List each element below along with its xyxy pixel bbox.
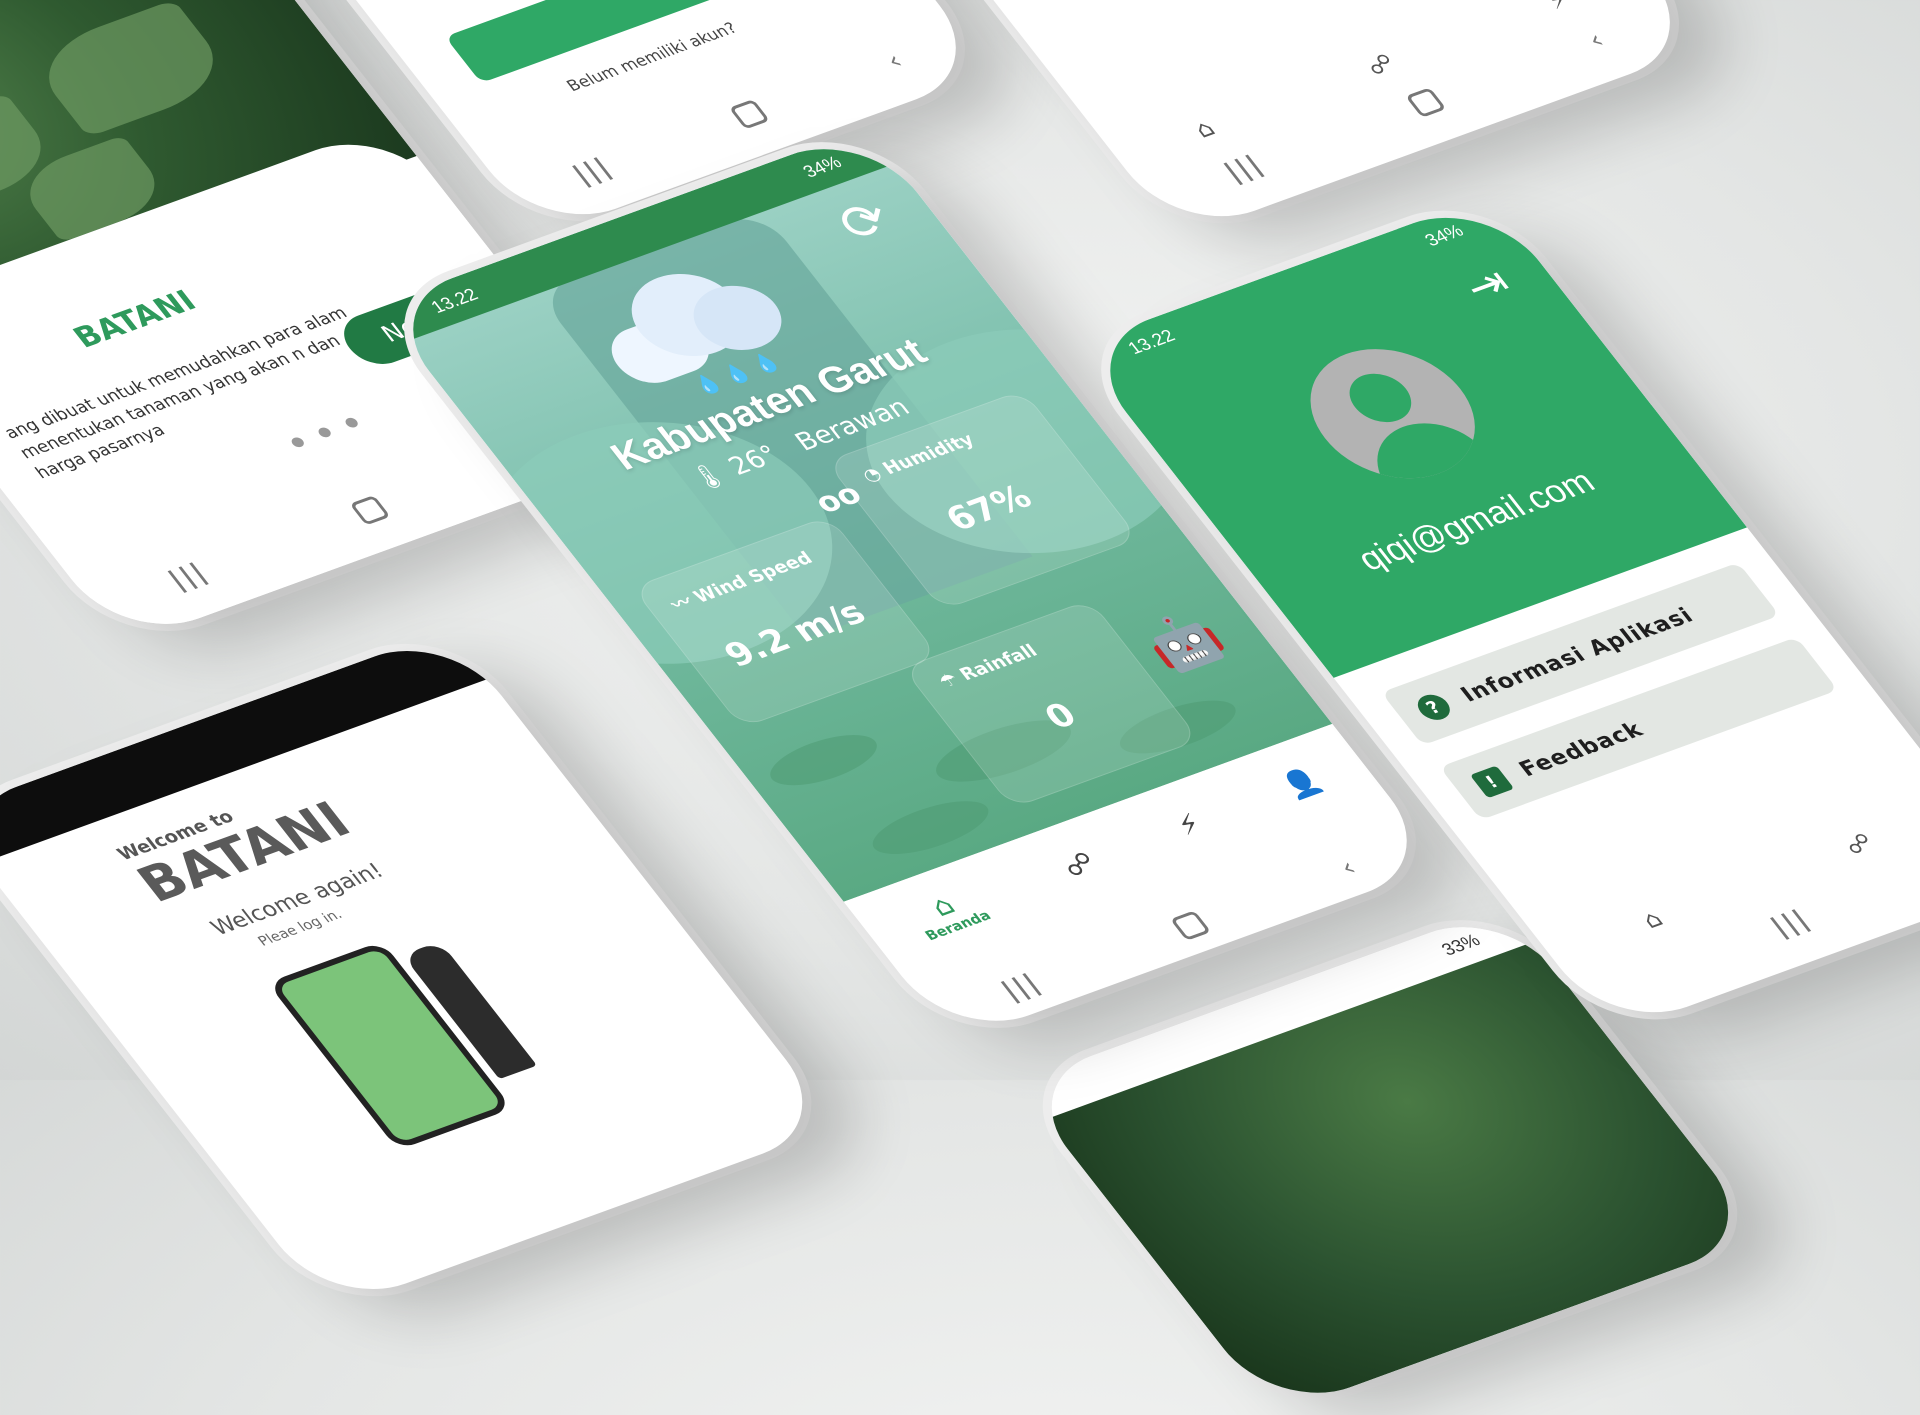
chart-icon[interactable]: ⚡: [1169, 807, 1209, 841]
back-icon[interactable]: ‹: [1334, 854, 1363, 882]
recent-apps-icon[interactable]: |||: [1765, 905, 1817, 942]
battery-text: 33%: [1437, 929, 1484, 959]
question-icon: ?: [1411, 690, 1457, 724]
feedback-icon: !: [1469, 765, 1515, 799]
logout-icon[interactable]: ⇥: [1453, 258, 1521, 313]
onboarding-app-name: BATANI: [66, 284, 204, 355]
recent-apps-icon[interactable]: |||: [567, 153, 619, 190]
back-icon[interactable]: ‹: [1582, 26, 1611, 54]
recent-apps-icon[interactable]: |||: [1218, 150, 1270, 187]
onboarding-description: ang dibuat untuk memudahkan para alam me…: [0, 303, 352, 483]
recent-apps-icon[interactable]: |||: [163, 558, 215, 595]
refresh-icon[interactable]: ⟳: [825, 189, 905, 254]
recent-apps-icon[interactable]: |||: [996, 969, 1048, 1006]
status-bar: 13.22 34%: [1075, 196, 1517, 383]
home-icon[interactable]: [1169, 910, 1212, 941]
settings-phone: setting ⌂ ☍ ⚡ ||| ‹: [894, 0, 1706, 239]
page-indicator-dots: ● ● ●: [286, 411, 368, 451]
nav-item-beranda[interactable]: ⌂ Beranda: [901, 880, 994, 944]
status-time: 13.22: [426, 284, 482, 317]
back-icon[interactable]: ‹: [880, 47, 909, 75]
home-icon[interactable]: [728, 99, 771, 130]
chat-icon[interactable]: ☍: [1360, 49, 1401, 81]
home-icon[interactable]: [1405, 87, 1447, 118]
chat-icon[interactable]: ☍: [1839, 828, 1880, 860]
status-time: 13.22: [1123, 325, 1179, 358]
menu-item-label: Feedback: [1514, 717, 1649, 782]
avatar: [1278, 329, 1507, 498]
battery-text: 34%: [1420, 220, 1468, 250]
leaf-background-image: [1044, 941, 1764, 1415]
chat-icon[interactable]: ☍: [1055, 846, 1103, 883]
home-icon[interactable]: ⌂: [1636, 905, 1668, 933]
rainfall-label: Rainfall: [955, 640, 1042, 685]
battery-text: 34%: [798, 151, 846, 181]
chart-icon[interactable]: ⚡: [1541, 0, 1575, 15]
user-settings-icon[interactable]: 👤: [1274, 763, 1328, 802]
home-icon[interactable]: ⌂: [1188, 115, 1220, 143]
home-icon[interactable]: [349, 495, 391, 526]
robot-icon[interactable]: 🤖: [1132, 604, 1237, 680]
rainfall-value: 0: [1036, 695, 1085, 737]
humidity-label: Humidity: [878, 429, 979, 479]
